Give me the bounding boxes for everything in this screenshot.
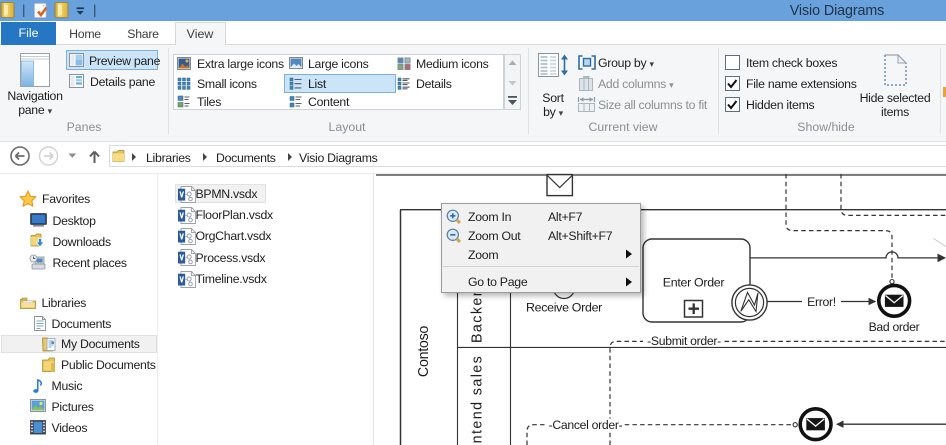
svg-text:Error!: Error! xyxy=(807,295,836,309)
svg-text:Frontend sales: Frontend sales xyxy=(470,355,486,445)
svg-text:-Submit order-: -Submit order- xyxy=(647,334,721,348)
svg-text:Receive Order: Receive Order xyxy=(526,301,602,315)
svg-text:Contoso: Contoso xyxy=(416,326,432,377)
svg-text:Bad order: Bad order xyxy=(869,320,920,334)
svg-text:Enter Order: Enter Order xyxy=(663,275,725,289)
svg-text:-Cancel order-: -Cancel order- xyxy=(549,418,623,432)
